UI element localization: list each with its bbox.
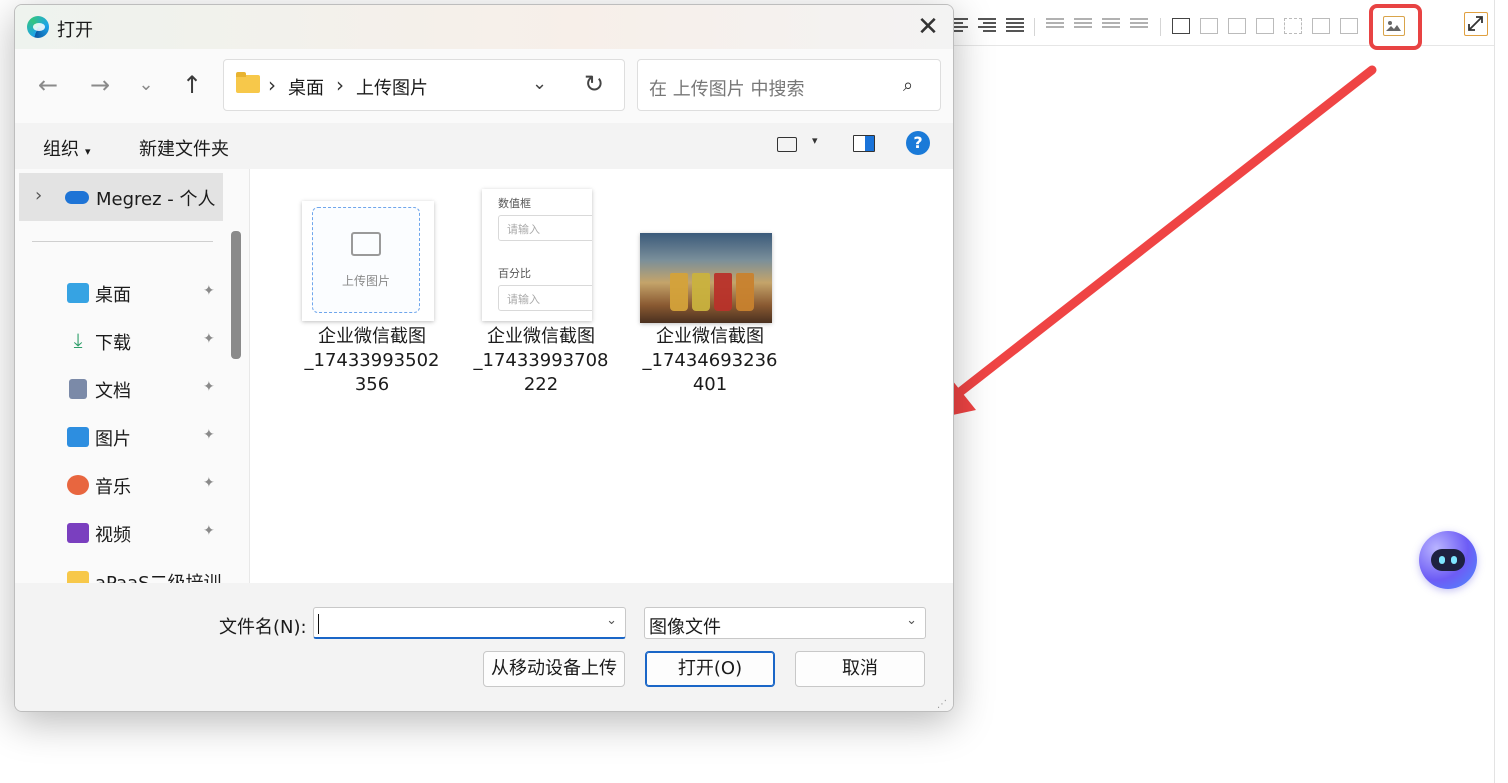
pin-icon: ✦ <box>203 283 215 299</box>
file-open-dialog: 打开 ✕ ← → ⌄ ↑ › 桌面 › 上传图片 ⌄ ↻ 在 上传图片 中搜索 … <box>14 4 954 712</box>
search-placeholder: 在 上传图片 中搜索 <box>649 79 805 100</box>
navigation-bar: ← → ⌄ ↑ › 桌面 › 上传图片 ⌄ ↻ 在 上传图片 中搜索 ⌕ <box>15 49 953 123</box>
chevron-down-icon[interactable]: ⌄ <box>606 613 617 628</box>
documents-icon <box>69 379 87 399</box>
preview-pane-icon[interactable] <box>853 135 875 152</box>
breadcrumb-separator: › <box>336 73 344 97</box>
sidebar-item-music[interactable]: 音乐 ✦ <box>15 465 225 505</box>
thumbnail-text: 上传图片 <box>341 274 390 288</box>
chevron-down-icon: ▾ <box>85 145 91 158</box>
filename-label: 文件名(N): <box>219 617 307 638</box>
sidebar-item-label: Megrez - 个人 <box>96 189 216 210</box>
sidebar-item-desktop[interactable]: 桌面 ✦ <box>15 273 225 313</box>
forward-button[interactable]: → <box>85 71 115 101</box>
file-item[interactable]: 企业微信截图 _17434693236 401 <box>630 183 777 403</box>
file-thumbnail: 数值框 请输入 百分比 请输入 <box>482 189 592 321</box>
view-options-chevron-icon[interactable]: ▾ <box>812 134 818 147</box>
sidebar-item-label: 视频 <box>95 525 131 546</box>
sidebar-item-downloads[interactable]: ⤓ 下载 ✦ <box>15 321 225 361</box>
dialog-titlebar: 打开 ✕ <box>15 5 953 49</box>
open-button[interactable]: 打开(O) <box>645 651 775 687</box>
pin-icon: ✦ <box>203 523 215 539</box>
search-icon[interactable]: ⌕ <box>903 75 913 96</box>
sidebar-item-documents[interactable]: 文档 ✦ <box>15 369 225 409</box>
sidebar-item-pictures[interactable]: 图片 ✦ <box>15 417 225 457</box>
pin-icon: ✦ <box>203 475 215 491</box>
upload-placeholder: 上传图片 <box>312 207 420 313</box>
resize-grip-icon[interactable]: ⋰ <box>937 699 947 710</box>
file-item[interactable]: 上传图片 企业微信截图 _17433993502 356 <box>292 183 439 403</box>
recent-locations-button[interactable]: ⌄ <box>131 71 161 101</box>
new-folder-button[interactable]: 新建文件夹 <box>139 135 229 161</box>
sidebar-item-label: 桌面 <box>95 285 131 306</box>
thumbnail-label: 百分比 <box>498 267 531 280</box>
desktop-icon <box>67 283 89 303</box>
pin-icon: ✦ <box>203 331 215 347</box>
file-type-select[interactable]: 图像文件 ⌄ <box>644 607 926 639</box>
sidebar-item-label: 文档 <box>95 381 131 402</box>
thumbnail-label: 数值框 <box>498 197 531 210</box>
file-name: 企业微信截图 _17434693236 401 <box>642 326 778 395</box>
breadcrumb-upload-images[interactable]: 上传图片 <box>356 74 428 100</box>
organize-label: 组织 <box>43 139 79 160</box>
thumbnail-input: 请输入 <box>498 285 592 311</box>
sidebar-item-videos[interactable]: 视频 ✦ <box>15 513 225 553</box>
sidebar-divider <box>32 241 213 242</box>
refresh-icon[interactable]: ↻ <box>584 70 604 98</box>
sidebar-item-apaas-training[interactable]: aPaaS二级培训 <box>15 561 225 583</box>
address-dropdown-icon[interactable]: ⌄ <box>532 73 547 94</box>
file-item[interactable]: 数值框 请输入 百分比 请输入 企业微信截图 _17433993708 222 <box>461 183 608 403</box>
dialog-title: 打开 <box>57 20 93 41</box>
address-bar[interactable]: › 桌面 › 上传图片 ⌄ ↻ <box>223 59 625 111</box>
sidebar-item-label: 下载 <box>95 333 131 354</box>
close-button[interactable]: ✕ <box>910 13 946 43</box>
sidebar-item-label: 音乐 <box>95 477 131 498</box>
breadcrumb-desktop[interactable]: 桌面 <box>288 74 324 100</box>
onedrive-cloud-icon <box>65 191 89 204</box>
folder-icon <box>236 72 260 93</box>
edge-browser-icon <box>27 16 49 38</box>
view-mode-icon[interactable] <box>777 137 797 152</box>
sidebar-item-onedrive[interactable]: › Megrez - 个人 <box>19 173 223 221</box>
file-name: 企业微信截图 _17433993502 356 <box>304 326 440 395</box>
file-thumbnail: 上传图片 <box>302 201 434 321</box>
file-thumbnail <box>640 233 772 323</box>
help-icon[interactable]: ? <box>906 131 930 155</box>
music-icon <box>67 475 89 495</box>
back-button[interactable]: ← <box>33 71 63 101</box>
drinks-photo <box>640 233 772 323</box>
sidebar-scrollbar[interactable] <box>231 231 241 359</box>
pictures-icon <box>67 427 89 447</box>
command-bar: 组织 ▾ 新建文件夹 ▾ ? <box>15 123 953 169</box>
expand-chevron-icon[interactable]: › <box>35 185 42 206</box>
file-type-value: 图像文件 <box>649 617 721 638</box>
organize-button[interactable]: 组织 ▾ <box>43 135 91 161</box>
text-caret <box>318 614 319 634</box>
image-icon <box>351 232 381 256</box>
videos-icon <box>67 523 89 543</box>
filename-input[interactable]: ⌄ <box>313 607 626 639</box>
dialog-footer: 文件名(N): ⌄ 图像文件 ⌄ 从移动设备上传 打开(O) 取消 ⋰ <box>15 583 953 711</box>
up-button[interactable]: ↑ <box>177 71 207 101</box>
pin-icon: ✦ <box>203 427 215 443</box>
pin-icon: ✦ <box>203 379 215 395</box>
sidebar-item-label: aPaaS二级培训 <box>95 569 222 583</box>
sidebar-item-label: 图片 <box>95 429 131 450</box>
file-list-area: 上传图片 企业微信截图 _17433993502 356 数值框 请输入 百分比… <box>249 169 953 583</box>
search-input[interactable]: 在 上传图片 中搜索 ⌕ <box>637 59 941 111</box>
breadcrumb-separator: › <box>268 73 276 97</box>
chevron-down-icon: ⌄ <box>906 613 917 628</box>
cancel-button[interactable]: 取消 <box>795 651 925 687</box>
download-icon: ⤓ <box>73 328 83 352</box>
navigation-pane: › Megrez - 个人 桌面 ✦ ⤓ 下载 ✦ 文档 ✦ 图片 ✦ 音乐 ✦… <box>15 169 249 583</box>
folder-icon <box>67 571 89 583</box>
thumbnail-input: 请输入 <box>498 215 592 241</box>
file-name: 企业微信截图 _17433993708 222 <box>473 326 609 395</box>
upload-from-mobile-button[interactable]: 从移动设备上传 <box>483 651 625 687</box>
